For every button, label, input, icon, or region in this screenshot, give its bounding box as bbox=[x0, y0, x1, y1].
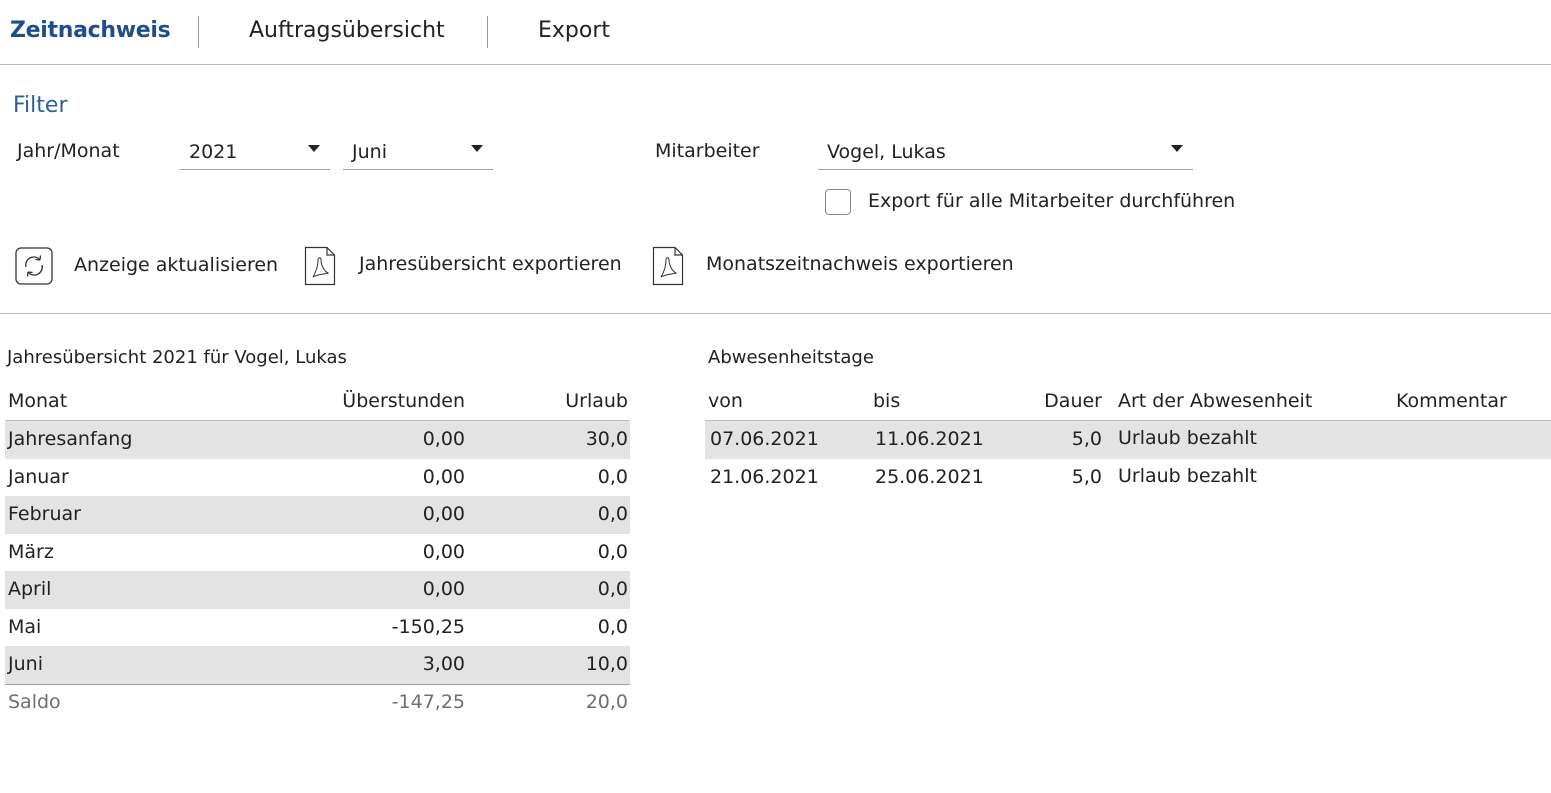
column-header-dauer: Dauer bbox=[1044, 390, 1102, 412]
table-row: 21.06.2021 25.06.2021 5,0 Urlaub bezahlt bbox=[705, 459, 1551, 497]
year-select-value: 2021 bbox=[189, 141, 238, 163]
cell-ueberstunden: 0,00 bbox=[422, 503, 465, 525]
cell-bis: 11.06.2021 bbox=[875, 428, 984, 450]
table-row: Jahresanfang 0,00 30,0 bbox=[5, 421, 630, 459]
chevron-down-icon bbox=[471, 145, 483, 152]
column-header-kommentar: Kommentar bbox=[1396, 390, 1507, 412]
cell-ueberstunden: 0,00 bbox=[422, 540, 465, 563]
saldo-row: Saldo -147,25 20,0 bbox=[5, 684, 630, 722]
export-year-button[interactable]: Jahresübersicht exportieren bbox=[304, 246, 624, 286]
cell-ueberstunden: 0,00 bbox=[422, 428, 465, 450]
cell-monat: Mai bbox=[8, 615, 42, 638]
pdf-file-icon bbox=[304, 246, 336, 290]
table-row: Juni 3,00 10,0 bbox=[5, 646, 630, 684]
column-header-ueberstunden: Überstunden bbox=[342, 390, 465, 412]
cell-art: Urlaub bezahlt bbox=[1118, 464, 1257, 487]
cell-monat: Januar bbox=[8, 465, 69, 488]
table-row: April 0,00 0,0 bbox=[5, 571, 630, 609]
cell-art: Urlaub bezahlt bbox=[1118, 427, 1257, 449]
tab-export[interactable]: Export bbox=[538, 18, 610, 43]
export-month-button-label: Monatszeitnachweis exportieren bbox=[706, 253, 1014, 275]
jahr-monat-label: Jahr/Monat bbox=[17, 140, 120, 162]
tab-zeitnachweis[interactable]: Zeitnachweis bbox=[10, 18, 171, 43]
export-year-button-label: Jahresübersicht exportieren bbox=[359, 253, 622, 275]
table-row: Februar 0,00 0,0 bbox=[5, 496, 630, 534]
export-month-button[interactable]: Monatszeitnachweis exportieren bbox=[652, 246, 1022, 286]
cell-monat: März bbox=[8, 540, 54, 563]
month-select[interactable]: Juni bbox=[343, 135, 493, 170]
table-row: 07.06.2021 11.06.2021 5,0 Urlaub bezahlt bbox=[705, 421, 1551, 459]
absence-title: Abwesenheitstage bbox=[708, 347, 874, 368]
pdf-file-icon bbox=[652, 246, 684, 290]
cell-bis: 25.06.2021 bbox=[875, 465, 984, 488]
chevron-down-icon bbox=[308, 145, 320, 152]
table-row: Mai -150,25 0,0 bbox=[5, 609, 630, 647]
cell-saldo-label: Saldo bbox=[8, 691, 61, 713]
tab-divider bbox=[487, 16, 488, 48]
cell-urlaub: 0,0 bbox=[597, 615, 628, 638]
refresh-icon bbox=[15, 247, 53, 289]
tab-auftragsuebersicht[interactable]: Auftragsübersicht bbox=[249, 18, 445, 43]
year-overview-title: Jahresübersicht 2021 für Vogel, Lukas bbox=[7, 347, 347, 368]
cell-monat: Jahresanfang bbox=[8, 428, 133, 450]
column-header-urlaub: Urlaub bbox=[565, 390, 628, 412]
cell-urlaub: 0,0 bbox=[597, 503, 628, 525]
cell-saldo-urlaub: 20,0 bbox=[585, 691, 628, 713]
cell-ueberstunden: 3,00 bbox=[422, 653, 465, 675]
refresh-button[interactable]: Anzeige aktualisieren bbox=[15, 247, 279, 289]
cell-urlaub: 0,0 bbox=[597, 578, 628, 600]
mitarbeiter-select-value: Vogel, Lukas bbox=[827, 141, 946, 163]
cell-monat: Februar bbox=[8, 503, 81, 525]
cell-urlaub: 10,0 bbox=[585, 653, 628, 675]
cell-dauer: 5,0 bbox=[1071, 465, 1102, 488]
cell-ueberstunden: 0,00 bbox=[422, 465, 465, 488]
section-divider bbox=[0, 313, 1551, 314]
cell-urlaub: 30,0 bbox=[585, 428, 628, 450]
cell-urlaub: 0,0 bbox=[597, 540, 628, 563]
table-row: Januar 0,00 0,0 bbox=[5, 459, 630, 497]
cell-dauer: 5,0 bbox=[1071, 428, 1102, 450]
column-header-monat: Monat bbox=[8, 390, 68, 412]
chevron-down-icon bbox=[1171, 145, 1183, 152]
column-header-bis: bis bbox=[873, 390, 901, 412]
export-all-checkbox[interactable] bbox=[825, 189, 851, 215]
cell-ueberstunden: -150,25 bbox=[391, 615, 465, 638]
cell-monat: April bbox=[8, 578, 52, 600]
export-all-label[interactable]: Export für alle Mitarbeiter durchführen bbox=[868, 190, 1235, 212]
mitarbeiter-select[interactable]: Vogel, Lukas bbox=[818, 135, 1193, 170]
year-select[interactable]: 2021 bbox=[180, 135, 330, 170]
cell-ueberstunden: 0,00 bbox=[422, 578, 465, 600]
refresh-button-label: Anzeige aktualisieren bbox=[74, 254, 279, 276]
cell-von: 21.06.2021 bbox=[710, 465, 819, 488]
cell-urlaub: 0,0 bbox=[597, 465, 628, 488]
mitarbeiter-label: Mitarbeiter bbox=[655, 140, 760, 162]
cell-von: 07.06.2021 bbox=[710, 428, 819, 450]
tab-divider bbox=[198, 16, 199, 48]
month-select-value: Juni bbox=[352, 141, 387, 163]
cell-monat: Juni bbox=[8, 653, 43, 675]
tab-bar: Zeitnachweis Auftragsübersicht Export bbox=[0, 0, 1551, 65]
table-row: März 0,00 0,0 bbox=[5, 534, 630, 572]
column-header-art: Art der Abwesenheit bbox=[1118, 390, 1313, 412]
cell-saldo-ueberstunden: -147,25 bbox=[391, 691, 465, 713]
column-header-von: von bbox=[708, 390, 743, 412]
filter-title: Filter bbox=[13, 93, 68, 118]
